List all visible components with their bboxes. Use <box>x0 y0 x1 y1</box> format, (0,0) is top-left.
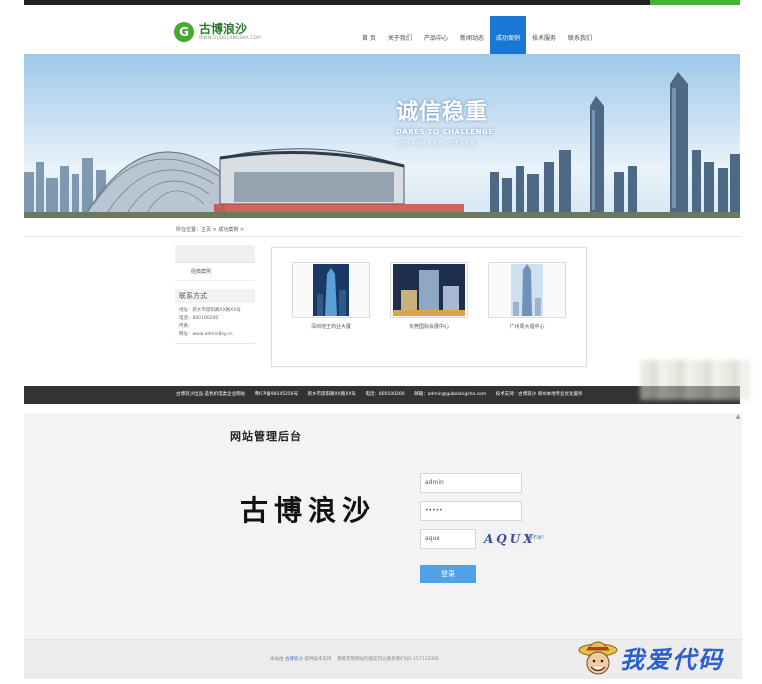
case-card[interactable]: 深圳地王商业大厦 <box>292 262 370 330</box>
footer-credit: 古博浪沙出品-蓝色机电类企业网站 <box>176 392 246 397</box>
watermark: 我爱代码 <box>578 636 724 678</box>
contact-website: 网址：www.admin8sy.cn <box>179 332 233 337</box>
blurred-region <box>640 360 750 400</box>
slogan-cn: 诚信稳重 <box>396 100 489 125</box>
captcha-refresh-link[interactable]: 看不清? <box>528 535 544 541</box>
admin-footer-prefix: 本站由 <box>270 657 284 662</box>
logo-en: WWW.GUBOLANGSHA.COM <box>199 35 262 40</box>
watermark-text: 我爱代码 <box>620 644 724 674</box>
footer-phone: 电话：800100200 <box>365 392 405 397</box>
footer-icp[interactable]: 粤ICP备98545256号 <box>255 392 299 397</box>
slogan-tags: • 合作 • 团结 • 发展 • 交流 • 共赢 <box>396 141 476 147</box>
nav-cases[interactable]: 成功案例 <box>489 16 526 54</box>
footer-support[interactable]: 技术支持：古博浪沙 郑州本地专业优化服务 <box>496 392 583 397</box>
page-root: G 古博浪沙 WWW.GUBOLANGSHA.COM 首 页 关于我们 产品中心… <box>0 0 762 684</box>
admin-footer-suffix: 提供技术支持 <box>304 657 332 662</box>
scroll-up-arrow-icon[interactable]: ▲ <box>734 413 742 423</box>
case-card[interactable]: 广州周大福中心 <box>488 262 566 330</box>
top-strip <box>24 0 740 5</box>
footer-email[interactable]: 邮箱：admin@gubolangsha.com <box>414 392 486 397</box>
tower-image <box>313 264 349 316</box>
username-field[interactable]: admin <box>420 473 522 493</box>
contact-address: 地址：新乡市席阳路XX路XX号 <box>179 308 241 313</box>
contact-phone: 电话：800100200 <box>179 316 219 321</box>
case-card[interactable]: 东莞国际会展中心 <box>390 262 468 330</box>
admin-title: 网站管理后台 <box>230 430 302 443</box>
case-caption[interactable]: 深圳地王商业大厦 <box>292 323 370 330</box>
captcha-input[interactable]: aqux <box>420 529 476 549</box>
nav-service[interactable]: 技术服务 <box>526 16 562 54</box>
top-strip-accent <box>650 0 740 5</box>
sidebar-item-classic-cases[interactable]: 经典案例 <box>175 263 255 281</box>
main-nav: 首 页 关于我们 产品中心 新闻动态 成功案例 技术服务 联系我们 <box>356 16 598 54</box>
breadcrumb: 所在位置：主页 > 成功案例 > <box>176 227 245 233</box>
contact-title: 联系方式 <box>175 289 255 303</box>
admin-footer-brand-link[interactable]: 古博浪沙 <box>285 657 303 662</box>
contact-fax: 传真： <box>179 324 193 329</box>
sidebar-header <box>175 245 255 263</box>
site-logo[interactable]: G 古博浪沙 WWW.GUBOLANGSHA.COM <box>174 22 261 42</box>
logo-icon: G <box>174 22 194 42</box>
logo-text: 古博浪沙 WWW.GUBOLANGSHA.COM <box>199 23 261 41</box>
city-skyline-image <box>24 72 740 218</box>
case-caption[interactable]: 广州周大福中心 <box>488 323 566 330</box>
banner-slogan: 诚信稳重 DARES TO CHALLENGE • 合作 • 团结 • 发展 •… <box>396 94 494 147</box>
case-thumbnail[interactable] <box>292 262 370 318</box>
nav-home[interactable]: 首 页 <box>356 16 382 54</box>
nav-about[interactable]: 关于我们 <box>382 16 418 54</box>
tower-image <box>393 264 465 316</box>
site-footer: 古博浪沙出品-蓝色机电类企业网站 粤ICP备98545256号 新乡市席阳路XX… <box>24 386 740 404</box>
nav-news[interactable]: 新闻动态 <box>454 16 490 54</box>
divider <box>24 236 740 237</box>
contact-info: 地址：新乡市席阳路XX路XX号 电话：800100200 传真： 网址：www.… <box>175 303 255 344</box>
case-caption[interactable]: 东莞国际会展中心 <box>390 323 468 330</box>
nav-products[interactable]: 产品中心 <box>418 16 454 54</box>
sidebar: 经典案例 联系方式 地址：新乡市席阳路XX路XX号 电话：800100200 传… <box>175 245 255 344</box>
straw-hat-avatar-icon <box>578 641 618 675</box>
site-header: G 古博浪沙 WWW.GUBOLANGSHA.COM 首 页 关于我们 产品中心… <box>24 8 740 54</box>
hero-banner: 诚信稳重 DARES TO CHALLENGE • 合作 • 团结 • 发展 •… <box>24 54 740 218</box>
cases-panel: 深圳地王商业大厦 东莞国际会展中心 广州周大福中心 <box>271 247 587 367</box>
captcha-image[interactable]: AQUX <box>482 529 533 549</box>
password-field[interactable]: ••••• <box>420 501 522 521</box>
case-thumbnail[interactable] <box>488 262 566 318</box>
admin-footer-notice: 需要定制网站的朋友可以联系我们QQ 157112306 <box>337 657 439 662</box>
footer-address: 新乡市席阳路XX路XX号 <box>307 392 356 397</box>
login-button[interactable]: 登录 <box>420 565 476 583</box>
case-thumbnail[interactable] <box>390 262 468 318</box>
tower-image <box>511 264 543 316</box>
logo-cn: 古博浪沙 <box>199 22 248 36</box>
admin-footer-line: 本站由 古博浪沙 提供技术支持 需要定制网站的朋友可以联系我们QQ 157112… <box>270 656 439 662</box>
slogan-en: DARES TO CHALLENGE <box>396 128 494 136</box>
nav-contact[interactable]: 联系我们 <box>562 16 598 54</box>
admin-logo: 古博浪沙 <box>240 494 377 527</box>
